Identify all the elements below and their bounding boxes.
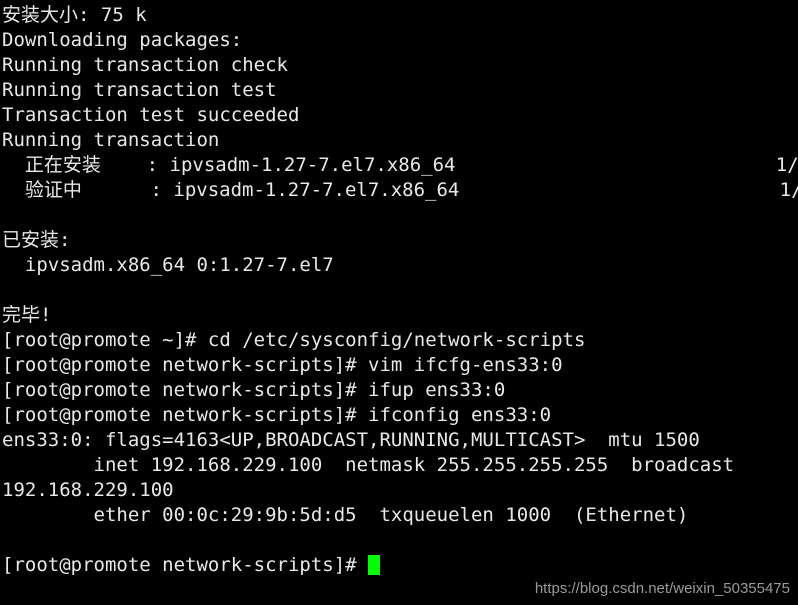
terminal-line: 192.168.229.100	[2, 479, 174, 501]
terminal-prompt-line[interactable]: [root@promote network-scripts]#	[2, 553, 798, 578]
terminal-line: Transaction test succeeded	[2, 104, 300, 126]
terminal-line: Running transaction test	[2, 79, 277, 101]
terminal-line: 已安装:	[2, 229, 71, 251]
terminal-window[interactable]: 安装大小: 75 k Downloading packages: Running t…	[0, 0, 798, 605]
terminal-line: [root@promote network-scripts]# vim ifcf…	[2, 354, 563, 376]
terminal-line: 验证中 : ipvsadm-1.27-7.el7.x86_64 1/1	[2, 179, 798, 201]
terminal-line: Running transaction	[2, 129, 220, 151]
terminal-line: ether 00:0c:29:9b:5d:d5 txqueuelen 1000 …	[2, 504, 689, 526]
terminal-line: Downloading packages:	[2, 29, 243, 51]
terminal-line: 安装大小: 75 k	[2, 4, 147, 26]
terminal-line: [root@promote network-scripts]# ifconfig…	[2, 404, 552, 426]
text-cursor	[368, 555, 381, 575]
terminal-line: [root@promote ~]# cd /etc/sysconfig/netw…	[2, 329, 586, 351]
terminal-line: 正在安装 : ipvsadm-1.27-7.el7.x86_64 1/1	[2, 154, 798, 176]
terminal-line: ens33:0: flags=4163<UP,BROADCAST,RUNNING…	[2, 429, 700, 451]
terminal-line: inet 192.168.229.100 netmask 255.255.255…	[2, 454, 735, 476]
terminal-line: 完毕!	[2, 304, 52, 326]
terminal-line: Running transaction check	[2, 54, 288, 76]
prompt-text: [root@promote network-scripts]#	[2, 554, 369, 576]
watermark-url: https://blog.csdn.net/weixin_50355475	[534, 580, 790, 597]
terminal-line: ipvsadm.x86_64 0:1.27-7.el7	[2, 254, 334, 276]
terminal-line: [root@promote network-scripts]# ifup ens…	[2, 379, 506, 401]
terminal-output: 安装大小: 75 k Downloading packages: Running t…	[2, 3, 798, 553]
